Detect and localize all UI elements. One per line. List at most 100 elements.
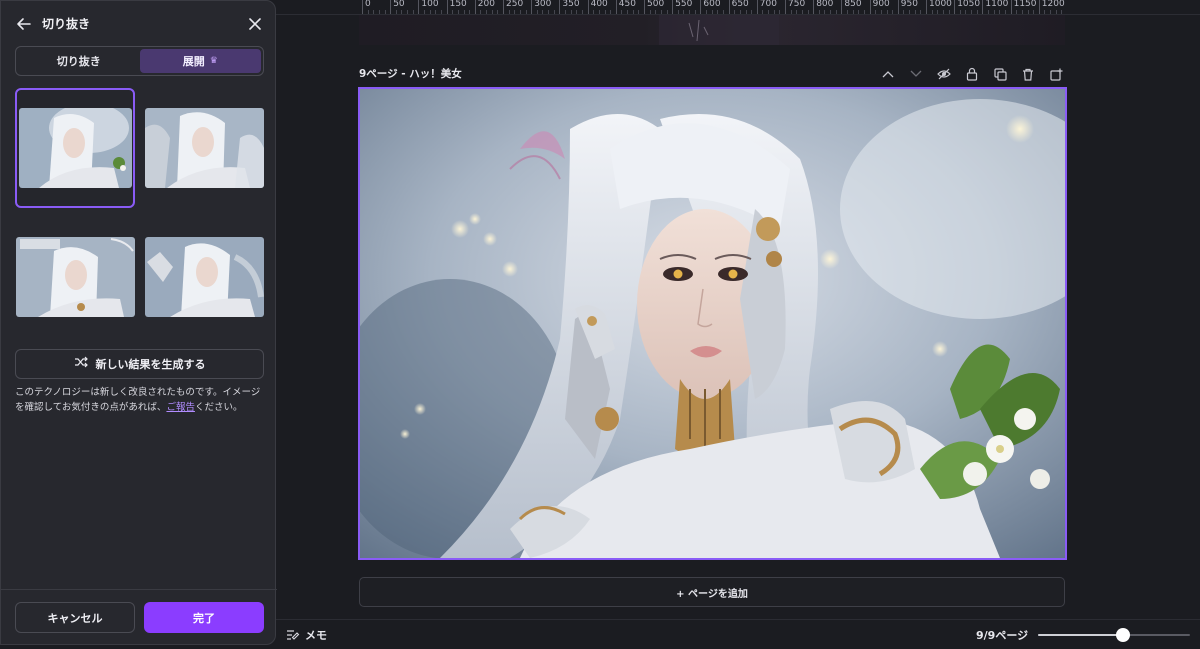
result-thumbnail-3[interactable] xyxy=(16,237,135,317)
horizontal-ruler: 0 50 100 150 200 250 300 350 400 450 500 550 600 650 7… xyxy=(275,0,1200,15)
ruler-minor-tick xyxy=(401,10,403,14)
ruler-minor-tick xyxy=(931,10,933,14)
ruler-minor-tick xyxy=(525,10,527,14)
close-icon[interactable] xyxy=(246,15,264,33)
ruler-minor-tick xyxy=(598,10,600,14)
memo-icon xyxy=(287,630,300,640)
ruler-minor-tick xyxy=(457,10,459,14)
ruler-minor-tick xyxy=(948,10,950,14)
ruler-minor-tick xyxy=(999,10,1001,14)
result-thumbnail-2[interactable] xyxy=(145,108,264,188)
ruler-minor-tick xyxy=(497,10,499,14)
thumbnail-image xyxy=(19,108,132,188)
ruler-minor-tick xyxy=(1021,10,1023,14)
mode-tabs: 切り抜き 展開 ♛ xyxy=(15,46,264,76)
lock-icon[interactable] xyxy=(964,64,980,84)
ruler-minor-tick xyxy=(452,10,454,14)
ruler-minor-tick xyxy=(1061,10,1063,14)
ruler-minor-tick xyxy=(971,10,973,14)
tab-expand-label: 展開 xyxy=(182,55,205,68)
ruler-minor-tick xyxy=(1033,10,1035,14)
ruler-minor-tick xyxy=(542,10,544,14)
ruler-minor-tick xyxy=(835,10,837,14)
ruler-minor-tick xyxy=(576,10,578,14)
feedback-note: このテクノロジーは新しく改良されたものです。イメージを確認してお気付きの点があれ… xyxy=(15,385,267,415)
ruler-minor-tick xyxy=(469,10,471,14)
previous-page-image xyxy=(659,15,779,45)
add-page-button[interactable]: + ページを追加 xyxy=(359,577,1065,607)
ruler-minor-tick xyxy=(790,10,792,14)
zoom-slider[interactable] xyxy=(1038,628,1190,642)
thumbnail-image xyxy=(145,237,264,317)
ruler-minor-tick xyxy=(824,10,826,14)
ruler-minor-tick xyxy=(570,10,572,14)
crown-icon: ♛ xyxy=(209,56,218,66)
ruler-minor-tick xyxy=(965,10,967,14)
ruler-minor-tick xyxy=(942,10,944,14)
ruler-minor-tick xyxy=(621,10,623,14)
back-arrow-icon[interactable] xyxy=(15,15,33,33)
ruler-minor-tick xyxy=(677,10,679,14)
ruler-minor-tick xyxy=(548,10,550,14)
result-thumbnail-4[interactable] xyxy=(145,237,264,317)
bottom-bar: メモ 9/9ページ xyxy=(276,619,1200,649)
ruler-minor-tick xyxy=(480,10,482,14)
memo-button[interactable]: メモ xyxy=(286,627,327,643)
ruler-minor-tick xyxy=(745,10,747,14)
generate-new-results-button[interactable]: 新しい結果を生成する xyxy=(15,349,264,379)
ruler-minor-tick xyxy=(378,10,380,14)
ruler-minor-tick xyxy=(463,10,465,14)
page-count[interactable]: 9/9ページ xyxy=(976,627,1028,643)
page-title[interactable]: 9ページ - ハッ！美女 xyxy=(359,66,462,82)
add-page-icon[interactable] xyxy=(1048,64,1064,84)
ruler-minor-tick xyxy=(429,10,431,14)
ruler-minor-tick xyxy=(976,10,978,14)
ruler-minor-tick xyxy=(407,10,409,14)
tab-expand[interactable]: 展開 ♛ xyxy=(139,49,261,73)
zoom-slider-fill xyxy=(1038,634,1123,636)
ruler-minor-tick xyxy=(632,10,634,14)
report-link[interactable]: ご報告 xyxy=(166,402,195,413)
ruler-minor-tick xyxy=(920,10,922,14)
ruler-minor-tick xyxy=(863,10,865,14)
delete-icon[interactable] xyxy=(1020,64,1036,84)
cancel-button[interactable]: キャンセル xyxy=(15,602,135,633)
ruler-minor-tick xyxy=(486,10,488,14)
ruler-minor-tick xyxy=(655,10,657,14)
ruler-minor-tick xyxy=(830,10,832,14)
done-button[interactable]: 完了 xyxy=(144,602,264,633)
ruler-minor-tick xyxy=(519,10,521,14)
hide-eye-icon[interactable] xyxy=(936,64,952,84)
ruler-minor-tick xyxy=(1016,10,1018,14)
tab-crop[interactable]: 切り抜き xyxy=(18,49,140,73)
zoom-slider-thumb[interactable] xyxy=(1116,628,1130,642)
ruler-minor-tick xyxy=(734,10,736,14)
ruler-minor-tick xyxy=(886,10,888,14)
ruler-minor-tick xyxy=(435,10,437,14)
portrait-image[interactable] xyxy=(360,89,1065,558)
ruler-minor-tick xyxy=(914,10,916,14)
ruler-minor-tick xyxy=(440,10,442,14)
move-down-icon[interactable] xyxy=(908,64,924,84)
ruler-minor-tick xyxy=(367,10,369,14)
result-thumbnail-1[interactable] xyxy=(19,108,132,188)
thumbnail-image xyxy=(145,108,264,188)
main-page-canvas[interactable] xyxy=(358,87,1067,560)
ruler-minor-tick xyxy=(717,10,719,14)
ruler-minor-tick xyxy=(993,10,995,14)
ruler-minor-tick xyxy=(424,10,426,14)
thumbnail-image xyxy=(16,237,135,317)
ruler-minor-tick xyxy=(779,10,781,14)
ruler-minor-tick xyxy=(722,10,724,14)
ruler-minor-tick xyxy=(903,10,905,14)
ruler-minor-tick xyxy=(706,10,708,14)
ruler-minor-tick xyxy=(751,10,753,14)
ruler-minor-tick xyxy=(711,10,713,14)
duplicate-icon[interactable] xyxy=(992,64,1008,84)
ruler-minor-tick xyxy=(852,10,854,14)
ruler-minor-tick xyxy=(412,10,414,14)
ruler-minor-tick xyxy=(395,10,397,14)
previous-page-preview[interactable] xyxy=(359,15,1065,45)
ruler-minor-tick xyxy=(773,10,775,14)
move-up-icon[interactable] xyxy=(880,64,896,84)
